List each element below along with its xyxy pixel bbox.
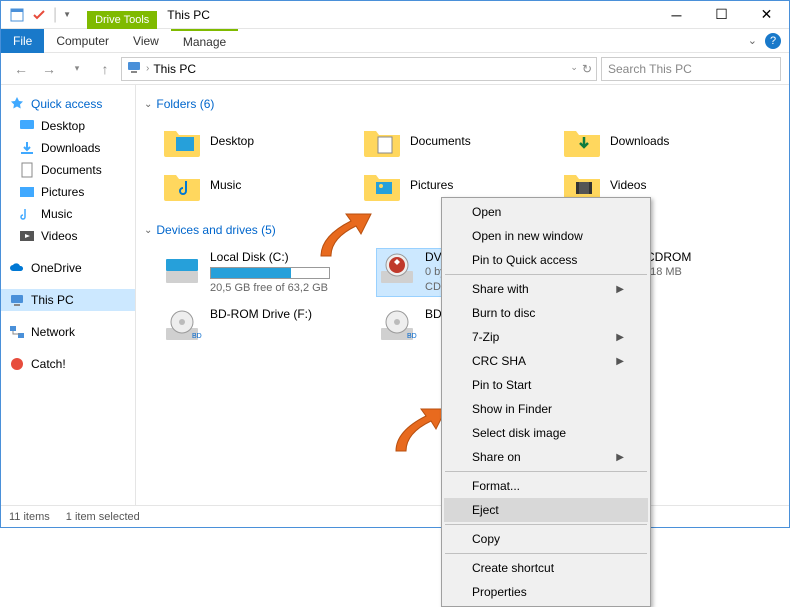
recent-dropdown[interactable]: ▾ [65, 57, 89, 81]
ctx-separator [445, 553, 647, 554]
qat-divider: | [53, 6, 57, 24]
status-item-count: 11 items [9, 511, 50, 523]
sidebar-quick-access[interactable]: Quick access [1, 93, 135, 115]
document-icon [19, 162, 35, 178]
sidebar-documents[interactable]: Documents [1, 159, 135, 181]
ctx-separator [445, 274, 647, 275]
window-title: This PC [157, 8, 220, 22]
drive-tools-tab: Drive Tools [87, 11, 157, 29]
ctx-select-disk-image[interactable]: Select disk image [444, 421, 648, 445]
ctx-format[interactable]: Format... [444, 474, 648, 498]
sidebar-pictures[interactable]: Pictures [1, 181, 135, 203]
navigation-pane: Quick access Desktop Downloads Documents… [1, 85, 136, 505]
breadcrumb-root[interactable]: This PC [153, 62, 196, 76]
addr-dropdown-icon[interactable]: ⌄ [570, 62, 578, 76]
chevron-right-icon: ▶ [616, 284, 624, 295]
star-icon [9, 96, 25, 112]
ribbon-collapse-icon[interactable]: ⌄ [748, 34, 757, 47]
ctx-separator [445, 524, 647, 525]
folder-icon [362, 167, 402, 203]
folder-music[interactable]: Music [162, 167, 342, 203]
folder-desktop[interactable]: Desktop [162, 123, 342, 159]
ctx-7zip[interactable]: 7-Zip▶ [444, 325, 648, 349]
desktop-icon [19, 118, 35, 134]
ctx-show-finder[interactable]: Show in Finder [444, 397, 648, 421]
ctx-separator [445, 471, 647, 472]
music-icon [19, 206, 35, 222]
cloud-icon [9, 260, 25, 276]
folder-documents[interactable]: Documents [362, 123, 542, 159]
ctx-share-on[interactable]: Share on▶ [444, 445, 648, 469]
help-icon[interactable]: ? [765, 33, 781, 49]
catch-icon [9, 356, 25, 372]
folder-icon [162, 123, 202, 159]
sidebar-music[interactable]: Music [1, 203, 135, 225]
sidebar-onedrive[interactable]: OneDrive [1, 257, 135, 279]
search-input[interactable]: Search This PC [601, 57, 781, 81]
ctx-copy[interactable]: Copy [444, 527, 648, 551]
breadcrumb-sep: › [146, 63, 149, 74]
ctx-create-shortcut[interactable]: Create shortcut [444, 556, 648, 580]
close-button[interactable]: ✕ [744, 1, 789, 29]
tab-view[interactable]: View [121, 29, 171, 53]
tab-manage[interactable]: Manage [171, 29, 238, 53]
pictures-icon [19, 184, 35, 200]
sidebar-downloads[interactable]: Downloads [1, 137, 135, 159]
ctx-properties[interactable]: Properties [444, 580, 648, 604]
pc-icon [9, 292, 25, 308]
folder-icon [162, 167, 202, 203]
address-bar: ← → ▾ ↑ › This PC ⌄ ↻ Search This PC [1, 53, 789, 85]
check-icon[interactable] [31, 7, 47, 23]
status-bar: 11 items 1 item selected [1, 505, 789, 527]
ctx-burn-to-disc[interactable]: Burn to disc [444, 301, 648, 325]
chevron-right-icon: ▶ [616, 356, 624, 367]
ctx-pin-start[interactable]: Pin to Start [444, 373, 648, 397]
title-bar: | ▼ Drive Tools This PC ─ ☐ ✕ [1, 1, 789, 29]
sidebar-videos[interactable]: Videos [1, 225, 135, 247]
context-menu: Open Open in new window Pin to Quick acc… [441, 197, 651, 607]
ctx-crc-sha[interactable]: CRC SHA▶ [444, 349, 648, 373]
back-button[interactable]: ← [9, 57, 33, 81]
maximize-button[interactable]: ☐ [699, 1, 744, 29]
sidebar-catch[interactable]: Catch! [1, 353, 135, 375]
ctx-eject[interactable]: Eject [444, 498, 648, 522]
chevron-right-icon: ▶ [616, 452, 624, 463]
pc-icon [126, 59, 142, 78]
svg-text:BD: BD [192, 333, 202, 340]
drive-f[interactable]: BD BD-ROM Drive (F:) [162, 306, 357, 346]
tab-file[interactable]: File [1, 29, 44, 53]
forward-button[interactable]: → [37, 57, 61, 81]
video-icon [19, 228, 35, 244]
ctx-share-with[interactable]: Share with▶ [444, 277, 648, 301]
folder-downloads[interactable]: Downloads [562, 123, 742, 159]
group-folders[interactable]: Folders (6) [144, 93, 789, 115]
dvd-icon [377, 249, 417, 289]
hdd-icon [162, 249, 202, 289]
annotation-arrow-icon [311, 206, 381, 266]
chevron-right-icon: ▶ [616, 332, 624, 343]
bdrom-icon: BD [377, 306, 417, 346]
minimize-button[interactable]: ─ [654, 1, 699, 29]
address-box[interactable]: › This PC ⌄ ↻ [121, 57, 597, 81]
download-icon [19, 140, 35, 156]
status-selected-count: 1 item selected [66, 511, 140, 523]
properties-icon[interactable] [9, 7, 25, 23]
tab-computer[interactable]: Computer [44, 29, 121, 53]
sidebar-network[interactable]: Network [1, 321, 135, 343]
sidebar-desktop[interactable]: Desktop [1, 115, 135, 137]
up-button[interactable]: ↑ [93, 57, 117, 81]
network-icon [9, 324, 25, 340]
ribbon: File Computer View Manage ⌄ ? [1, 29, 789, 53]
ctx-pin-quick-access[interactable]: Pin to Quick access [444, 248, 648, 272]
folder-icon [362, 123, 402, 159]
ctx-open[interactable]: Open [444, 200, 648, 224]
folder-icon [562, 123, 602, 159]
sidebar-this-pc[interactable]: This PC [1, 289, 135, 311]
qat-dropdown-icon[interactable]: ▼ [63, 10, 71, 19]
bdrom-icon: BD [162, 306, 202, 346]
quick-access-toolbar: | ▼ [1, 6, 79, 24]
svg-text:BD: BD [407, 333, 417, 340]
refresh-icon[interactable]: ↻ [582, 62, 592, 76]
ctx-open-new-window[interactable]: Open in new window [444, 224, 648, 248]
